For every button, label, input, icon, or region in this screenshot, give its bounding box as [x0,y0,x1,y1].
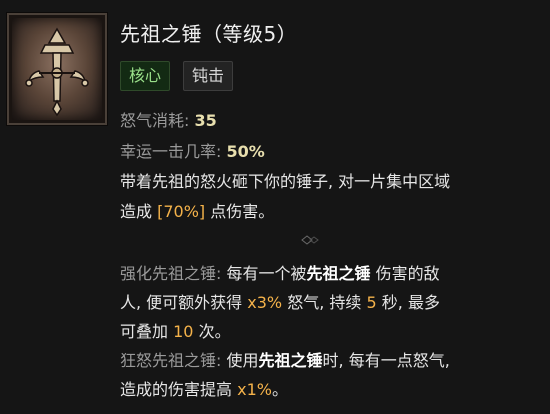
section-divider [120,235,319,245]
enhanced-line-1: 强化先祖之锤: 每有一个被先祖之锤 伤害的敌 [120,260,440,284]
skill-name-ref: 先祖之锤 [258,351,323,370]
skill-name-ref: 先祖之锤 [306,264,371,283]
enhanced-text: 可叠加 [120,322,169,341]
furious-text: 造成的伤害提高 [120,380,233,399]
tag-core: 核心 [120,61,171,91]
lucky-hit-line: 幸运一击几率: 50% [120,138,265,162]
furious-text: 使用 [226,351,259,370]
furious-text: 时, 每有一点怒气, [322,351,450,370]
damage-percent-value: [70%] [157,202,206,221]
enhanced-line-3: 可叠加 10 次。 [120,318,231,342]
description-text-b: 点伤害。 [210,202,275,221]
furious-label: 狂怒先祖之锤: [120,351,222,370]
description-line-1: 带着先祖的怒火砸下你的锤子, 对一片集中区域 [120,172,451,191]
furious-line-2: 造成的伤害提高 x1%。 [120,376,288,400]
tag-bludgeoning: 钝击 [183,61,234,91]
enhanced-text: 每有一个被 [226,264,307,283]
enhanced-text: 人, 便可额外获得 [120,293,243,312]
enhanced-text: 伤害的敌 [375,264,440,283]
lucky-hit-label: 幸运一击几率: [120,142,222,161]
fury-cost-line: 怒气消耗: 35 [120,107,217,131]
fury-cost-value: 35 [194,111,217,130]
fury-cost-label: 怒气消耗: [120,111,190,130]
stack-count-value: 10 [173,322,194,341]
description-line-2: 造成 [70%] 点伤害。 [120,198,274,222]
furious-text: 。 [271,380,288,399]
duration-value: 5 [366,293,377,312]
ancestral-hammer-icon [25,27,89,117]
damage-bonus-value: x1% [237,380,272,399]
lucky-hit-value: 50% [226,142,265,161]
enhanced-line-2: 人, 便可额外获得 x3% 怒气, 持续 5 秒, 最多 [120,289,440,313]
furious-line-1: 狂怒先祖之锤: 使用先祖之锤时, 每有一点怒气, [120,347,450,371]
enhanced-text: 秒, 最多 [381,293,440,312]
skill-title: 先祖之锤（等级5） [120,22,298,46]
description-text-a: 造成 [120,202,153,221]
enhanced-text: 次。 [198,322,231,341]
fury-gain-value: x3% [247,293,283,312]
skill-icon-frame [6,12,108,126]
enhanced-text: 怒气, 持续 [287,293,362,312]
enhanced-label: 强化先祖之锤: [120,264,222,283]
